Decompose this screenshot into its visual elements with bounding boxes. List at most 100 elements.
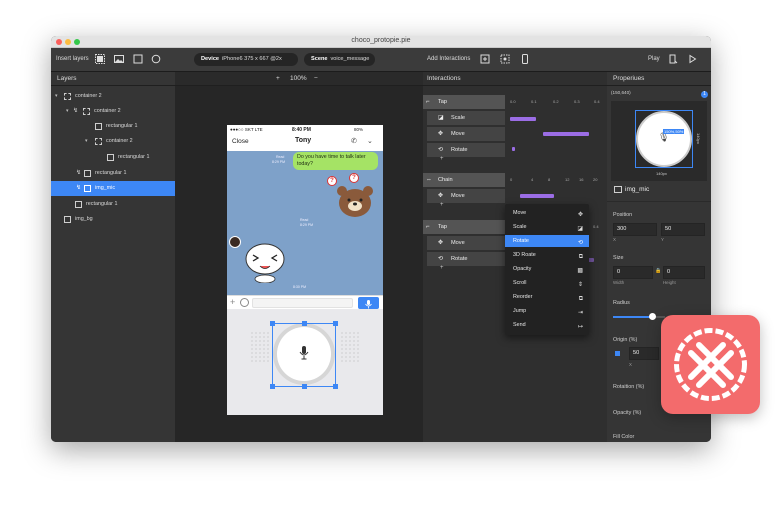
menu-item-opacity[interactable]: Opacity ▩: [505, 263, 589, 275]
menu-item-label: Opacity: [513, 266, 532, 272]
menu-item-scroll[interactable]: Scroll ⇕: [505, 277, 589, 289]
response-label: Rotate: [451, 147, 468, 153]
menu-item-jump[interactable]: Jump ⇥: [505, 305, 589, 317]
radius-slider-track[interactable]: [613, 313, 665, 320]
avatar[interactable]: [229, 236, 241, 248]
add-response-button[interactable]: +: [440, 265, 444, 271]
container-tool-icon[interactable]: [95, 54, 105, 64]
menu-item-rotate[interactable]: Rotate ⟲: [505, 235, 589, 247]
device-preview-icon[interactable]: [520, 54, 530, 64]
layer-row[interactable]: img_bg: [51, 212, 175, 227]
layer-row[interactable]: rectangular 1: [51, 150, 175, 165]
rectangle-icon: [95, 123, 102, 130]
response-label: Move: [451, 131, 465, 137]
disclosure-down-icon[interactable]: ▾: [66, 104, 69, 119]
height-input[interactable]: 0: [663, 266, 705, 279]
mic-selection-box[interactable]: [270, 321, 338, 389]
add-response-button[interactable]: +: [440, 202, 444, 208]
trigger-row[interactable]: ⌐ Tap: [423, 95, 505, 109]
position-y-input[interactable]: 50: [661, 223, 705, 236]
add-trigger-icon[interactable]: [480, 54, 490, 64]
layer-row[interactable]: ▾ container 2: [51, 89, 175, 104]
resize-handle[interactable]: [302, 321, 307, 326]
move-icon: ✥: [438, 240, 444, 246]
disclosure-down-icon[interactable]: ▾: [85, 134, 88, 149]
response-type-menu: Move ✥ Scale ◪ Rotate ⟲ 3D Roate ⧉ Opacity ▩ …: [505, 204, 589, 335]
phone-call-icon[interactable]: ✆: [351, 137, 357, 145]
chat-close-button[interactable]: Close: [232, 138, 249, 145]
lock-icon[interactable]: 🔒: [655, 268, 661, 274]
device-selector[interactable]: Device iPhone6 375 x 667 @2x: [194, 53, 298, 66]
response-row[interactable]: ✥ Move: [427, 189, 505, 203]
image-tool-icon[interactable]: [114, 54, 124, 64]
timeline-bar[interactable]: [510, 117, 536, 121]
radius-slider-knob[interactable]: [648, 313, 656, 320]
layer-row-selected[interactable]: ↯ img_mic: [51, 181, 175, 196]
resize-handle[interactable]: [270, 321, 275, 326]
timeline-bar[interactable]: [543, 132, 589, 136]
emoji-icon[interactable]: [240, 298, 249, 307]
response-row[interactable]: ⟲ Rotate: [427, 143, 505, 157]
height-tag: 140px: [696, 133, 701, 144]
menu-item-label: Move: [513, 210, 527, 216]
layer-label: rectangular 1: [106, 123, 138, 129]
layer-row[interactable]: ↯ rectangular 1: [51, 166, 175, 181]
disclosure-down-icon[interactable]: ▾: [55, 89, 58, 104]
trigger-row[interactable]: ⌐ Tap: [423, 220, 505, 234]
resize-handle[interactable]: [302, 384, 307, 389]
position-x-input[interactable]: 300: [613, 223, 657, 236]
add-response-button[interactable]: +: [440, 156, 444, 162]
response-row[interactable]: ⟲ Rotate: [427, 252, 505, 266]
layer-row[interactable]: rectangular 1: [51, 197, 175, 212]
radius-label: Radius: [613, 300, 630, 306]
resize-handle[interactable]: [333, 321, 338, 326]
zoom-in-button[interactable]: −: [314, 72, 318, 86]
oval-tool-icon[interactable]: [151, 54, 161, 64]
origin-x-input[interactable]: 50: [629, 347, 659, 360]
device-value: iPhone6 375 x 667 @2x: [222, 56, 282, 62]
battery-text: 80%: [354, 127, 364, 132]
response-row[interactable]: ◪ Scale: [427, 111, 505, 125]
ruler-tick: 0.3: [574, 99, 580, 104]
layer-row[interactable]: rectangular 1: [51, 119, 175, 134]
ruler-tick: 0: [510, 177, 513, 182]
zoom-level[interactable]: 100%: [290, 72, 307, 86]
layer-label: container 2: [94, 108, 121, 114]
trigger-row[interactable]: ⇔ Chain: [423, 173, 505, 187]
width-input[interactable]: 0: [613, 266, 653, 279]
timeline-bar[interactable]: [512, 147, 515, 151]
play-icon[interactable]: [687, 54, 697, 64]
mirror-device-icon[interactable]: [668, 54, 678, 64]
rectangle-tool-icon[interactable]: [133, 54, 143, 64]
menu-item-send[interactable]: Send ↦: [505, 319, 589, 331]
response-row[interactable]: ✥ Move: [427, 127, 505, 141]
layer-row[interactable]: ▾ ↯ container 2: [51, 104, 175, 119]
scene-selector[interactable]: Scene voice_message: [304, 53, 375, 66]
menu-item-reorder[interactable]: Reorder ⧉: [505, 291, 589, 303]
plus-icon[interactable]: +: [230, 297, 235, 307]
resize-handle[interactable]: [333, 384, 338, 389]
zoom-out-button[interactable]: +: [276, 72, 280, 86]
timeline-bar[interactable]: [520, 194, 554, 198]
chain-icon: ⇔: [426, 177, 432, 183]
message-input[interactable]: [252, 298, 353, 308]
protopie-logo-icon: [674, 328, 747, 401]
dot-pattern-right: [340, 331, 360, 363]
chevron-down-icon[interactable]: ⌄: [367, 137, 373, 145]
origin-point-icon[interactable]: [615, 351, 620, 356]
y-sublabel: Y: [661, 237, 664, 242]
menu-item-move[interactable]: Move ✥: [505, 207, 589, 219]
voice-button[interactable]: [358, 297, 379, 309]
protopie-app-icon: [661, 315, 760, 414]
layer-row[interactable]: ▾ container 2: [51, 134, 175, 149]
response-row[interactable]: ✥ Move: [427, 236, 505, 250]
jump-icon: ⇥: [577, 310, 583, 316]
menu-item-scale[interactable]: Scale ◪: [505, 221, 589, 233]
add-response-icon[interactable]: [500, 54, 510, 64]
menu-item-3d-rotate[interactable]: 3D Roate ⧉: [505, 249, 589, 261]
canvas-header: + 100% −: [175, 72, 423, 86]
phone-preview[interactable]: ●●●○○ SKT LTE 8:40 PM 80% Close Tony ✆ ⌄…: [227, 125, 383, 415]
resize-handle[interactable]: [270, 384, 275, 389]
container-icon: [95, 138, 102, 145]
ruler-tick: 0.1: [531, 99, 537, 104]
